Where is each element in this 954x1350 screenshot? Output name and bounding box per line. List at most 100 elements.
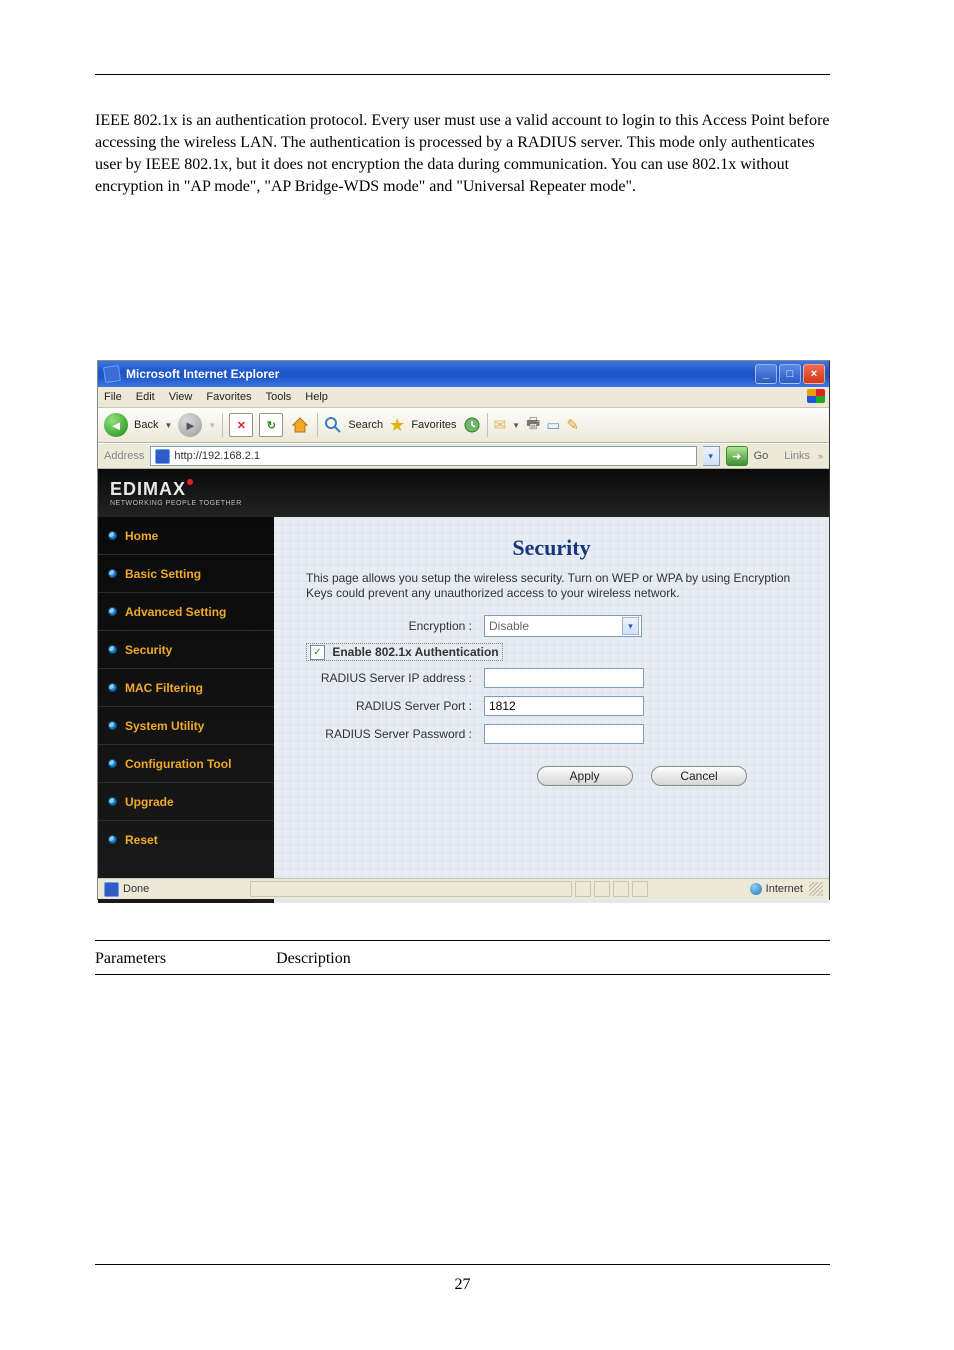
back-button[interactable]: ◄ <box>104 413 128 437</box>
minimize-button[interactable]: _ <box>755 364 777 384</box>
radius-port-label: RADIUS Server Port : <box>306 692 478 720</box>
nav-basic-setting[interactable]: Basic Setting <box>98 555 274 593</box>
links-label[interactable]: Links <box>784 450 810 462</box>
nav-system-utility[interactable]: System Utility <box>98 707 274 745</box>
nav-label: Advanced Setting <box>125 605 226 619</box>
radius-port-input[interactable] <box>484 696 644 716</box>
bullet-icon <box>108 835 117 844</box>
go-label: Go <box>754 450 769 462</box>
search-label[interactable]: Search <box>348 419 383 431</box>
address-bar: Address http://192.168.2.1 ▾ ➔ Go Links … <box>98 443 829 469</box>
nav-label: System Utility <box>125 719 204 733</box>
menu-edit[interactable]: Edit <box>136 391 155 403</box>
nav-security[interactable]: Security <box>98 631 274 669</box>
security-form: Encryption : Disable ▾ ✓ <box>306 611 650 748</box>
nav-label: Reset <box>125 833 158 847</box>
stop-button[interactable]: ✕ <box>229 413 253 437</box>
enable-8021x-checkbox[interactable]: ✓ <box>310 645 325 660</box>
encryption-select[interactable]: Disable ▾ <box>484 615 642 637</box>
maximize-button[interactable]: □ <box>779 364 801 384</box>
main-content: Security This page allows you setup the … <box>274 517 829 903</box>
nav-advanced-setting[interactable]: Advanced Setting <box>98 593 274 631</box>
menu-help[interactable]: Help <box>305 391 328 403</box>
close-button[interactable]: × <box>803 364 825 384</box>
mail-icon[interactable]: ✉ <box>494 416 507 434</box>
enable-8021x-label: Enable 802.1x Authentication <box>332 645 498 659</box>
favorites-label[interactable]: Favorites <box>411 419 456 431</box>
favorites-icon[interactable]: ★ <box>389 415 405 436</box>
search-icon[interactable] <box>324 416 342 434</box>
menu-file[interactable]: File <box>104 391 122 403</box>
menu-tools[interactable]: Tools <box>266 391 292 403</box>
bullet-icon <box>108 645 117 654</box>
window-title: Microsoft Internet Explorer <box>126 367 279 381</box>
bullet-icon <box>108 569 117 578</box>
address-label: Address <box>104 450 144 462</box>
cancel-button[interactable]: Cancel <box>651 766 747 786</box>
discuss-icon[interactable]: ✎ <box>566 416 579 434</box>
nav-label: Upgrade <box>125 795 174 809</box>
nav-configuration-tool[interactable]: Configuration Tool <box>98 745 274 783</box>
status-text: Done <box>123 883 149 895</box>
bullet-icon <box>108 531 117 540</box>
chevron-down-icon: ▾ <box>622 617 639 635</box>
back-label[interactable]: Back <box>134 419 158 431</box>
menu-view[interactable]: View <box>169 391 193 403</box>
nav-mac-filtering[interactable]: MAC Filtering <box>98 669 274 707</box>
security-zone: Internet <box>750 883 803 895</box>
title-bar: Microsoft Internet Explorer _ □ × <box>98 361 829 387</box>
nav-upgrade[interactable]: Upgrade <box>98 783 274 821</box>
forward-button[interactable]: ► <box>178 413 202 437</box>
zone-label: Internet <box>766 883 803 895</box>
nav-label: Basic Setting <box>125 567 201 581</box>
radius-password-label: RADIUS Server Password : <box>306 720 478 748</box>
encryption-label: Encryption : <box>306 611 478 641</box>
windows-flag-icon <box>807 389 825 403</box>
bullet-icon <box>108 721 117 730</box>
nav-home[interactable]: Home <box>98 517 274 555</box>
print-icon[interactable]: 🖶 <box>526 413 540 438</box>
home-button[interactable] <box>289 414 311 436</box>
apply-button[interactable]: Apply <box>537 766 633 786</box>
brand-tagline: NETWORKING PEOPLE TOGETHER <box>110 500 242 507</box>
ie-icon <box>103 365 121 383</box>
history-icon[interactable] <box>463 416 481 434</box>
intro-paragraph: IEEE 802.1x is an authentication protoco… <box>95 110 830 198</box>
nav-label: Security <box>125 643 172 657</box>
globe-icon <box>750 883 762 895</box>
bullet-icon <box>108 759 117 768</box>
address-dropdown[interactable]: ▾ <box>703 446 720 466</box>
page-number: 27 <box>95 1274 830 1296</box>
bullet-icon <box>108 607 117 616</box>
address-input[interactable]: http://192.168.2.1 <box>150 446 696 466</box>
radius-ip-input[interactable] <box>484 668 644 688</box>
radius-password-input[interactable] <box>484 724 644 744</box>
radius-ip-label: RADIUS Server IP address : <box>306 664 478 692</box>
nav-label: Home <box>125 529 158 543</box>
brand-bar: EDIMAX NETWORKING PEOPLE TOGETHER <box>98 469 829 517</box>
nav-reset[interactable]: Reset <box>98 821 274 858</box>
nav-label: Configuration Tool <box>125 757 231 771</box>
sidebar: Home Basic Setting Advanced Setting Secu… <box>98 517 274 903</box>
section-title: Security <box>296 535 807 561</box>
edit-icon[interactable]: ▭ <box>546 416 560 434</box>
go-button[interactable]: ➔ <box>726 446 748 466</box>
table-header: ParametersDescription <box>95 948 830 970</box>
ie-window: Microsoft Internet Explorer _ □ × File E… <box>97 360 830 900</box>
resize-grip-icon[interactable] <box>809 882 823 896</box>
page-icon <box>104 882 119 897</box>
menu-favorites[interactable]: Favorites <box>206 391 251 403</box>
bullet-icon <box>108 797 117 806</box>
encryption-value: Disable <box>489 619 529 633</box>
refresh-button[interactable]: ↻ <box>259 413 283 437</box>
brand-name: EDIMAX <box>110 479 186 499</box>
page-icon <box>155 449 170 464</box>
bullet-icon <box>108 683 117 692</box>
status-bar: Done Internet <box>98 878 829 899</box>
brand-dot-icon <box>187 479 193 485</box>
section-description: This page allows you setup the wireless … <box>306 571 807 601</box>
toolbar: ◄ Back ▼ ► ▼ ✕ ↻ Search ★ Favorites ✉ ▼ <box>98 408 829 443</box>
nav-label: MAC Filtering <box>125 681 203 695</box>
menu-bar: File Edit View Favorites Tools Help <box>98 387 829 408</box>
address-url: http://192.168.2.1 <box>174 450 260 462</box>
